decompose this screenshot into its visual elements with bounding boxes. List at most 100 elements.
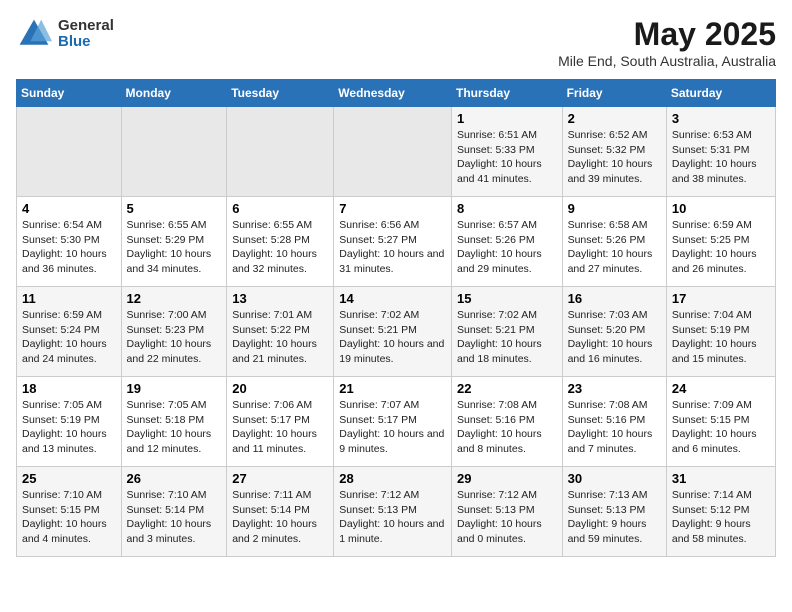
day-number: 28 (339, 471, 446, 486)
day-info: Sunrise: 7:06 AMSunset: 5:17 PMDaylight:… (232, 398, 328, 457)
calendar-cell: 19 Sunrise: 7:05 AMSunset: 5:18 PMDayligh… (121, 377, 227, 467)
calendar-cell: 25Sunrise: 7:10 AMSunset: 5:15 PMDayligh… (17, 467, 122, 557)
day-number: 23 (568, 381, 661, 396)
calendar-cell: 4 Sunrise: 6:54 AMSunset: 5:30 PMDaylight… (17, 197, 122, 287)
day-info: Sunrise: 7:14 AMSunset: 5:12 PMDaylight:… (672, 488, 770, 547)
calendar-cell: 31 Sunrise: 7:14 AMSunset: 5:12 PMDayligh… (666, 467, 775, 557)
day-number: 31 (672, 471, 770, 486)
calendar-cell (17, 107, 122, 197)
calendar-cell: 8 Sunrise: 6:57 AMSunset: 5:26 PMDaylight… (451, 197, 562, 287)
day-number: 18 (22, 381, 116, 396)
day-number: 16 (568, 291, 661, 306)
logo-blue: Blue (58, 34, 114, 51)
weekday-header-friday: Friday (562, 80, 666, 107)
weekday-header-tuesday: Tuesday (227, 80, 334, 107)
calendar-cell: 2 Sunrise: 6:52 AMSunset: 5:32 PMDaylight… (562, 107, 666, 197)
weekday-header-monday: Monday (121, 80, 227, 107)
day-number: 9 (568, 201, 661, 216)
logo-icon (16, 16, 52, 52)
calendar-cell: 20 Sunrise: 7:06 AMSunset: 5:17 PMDayligh… (227, 377, 334, 467)
calendar-cell: 29 Sunrise: 7:12 AMSunset: 5:13 PMDayligh… (451, 467, 562, 557)
day-info: Sunrise: 6:54 AMSunset: 5:30 PMDaylight:… (22, 218, 116, 277)
calendar-week-row: 4 Sunrise: 6:54 AMSunset: 5:30 PMDaylight… (17, 197, 776, 287)
day-info: Sunrise: 7:12 AMSunset: 5:13 PMDaylight:… (339, 488, 446, 547)
calendar-week-row: 1Sunrise: 6:51 AMSunset: 5:33 PMDaylight… (17, 107, 776, 197)
day-info: Sunrise: 7:10 AMSunset: 5:14 PMDaylight:… (127, 488, 222, 547)
calendar-cell: 11 Sunrise: 6:59 AMSunset: 5:24 PMDayligh… (17, 287, 122, 377)
calendar-cell: 15 Sunrise: 7:02 AMSunset: 5:21 PMDayligh… (451, 287, 562, 377)
day-info: Sunrise: 6:52 AMSunset: 5:32 PMDaylight:… (568, 128, 661, 187)
day-info: Sunrise: 6:58 AMSunset: 5:26 PMDaylight:… (568, 218, 661, 277)
day-info: Sunrise: 7:01 AMSunset: 5:22 PMDaylight:… (232, 308, 328, 367)
day-number: 2 (568, 111, 661, 126)
calendar-week-row: 11 Sunrise: 6:59 AMSunset: 5:24 PMDayligh… (17, 287, 776, 377)
calendar-cell: 24Sunrise: 7:09 AMSunset: 5:15 PMDayligh… (666, 377, 775, 467)
day-info: Sunrise: 7:05 AMSunset: 5:18 PMDaylight:… (127, 398, 222, 457)
day-number: 4 (22, 201, 116, 216)
day-number: 25 (22, 471, 116, 486)
logo-general: General (58, 18, 114, 35)
day-number: 29 (457, 471, 557, 486)
calendar-cell: 12 Sunrise: 7:00 AMSunset: 5:23 PMDayligh… (121, 287, 227, 377)
day-info: Sunrise: 7:04 AMSunset: 5:19 PMDaylight:… (672, 308, 770, 367)
weekday-header-row: SundayMondayTuesdayWednesdayThursdayFrid… (17, 80, 776, 107)
calendar-cell: 10Sunrise: 6:59 AMSunset: 5:25 PMDayligh… (666, 197, 775, 287)
day-info: Sunrise: 7:11 AMSunset: 5:14 PMDaylight:… (232, 488, 328, 547)
day-info: Sunrise: 7:02 AMSunset: 5:21 PMDaylight:… (339, 308, 446, 367)
logo: General Blue (16, 16, 114, 52)
day-number: 14 (339, 291, 446, 306)
day-number: 11 (22, 291, 116, 306)
day-info: Sunrise: 7:05 AMSunset: 5:19 PMDaylight:… (22, 398, 116, 457)
weekday-header-thursday: Thursday (451, 80, 562, 107)
day-info: Sunrise: 7:00 AMSunset: 5:23 PMDaylight:… (127, 308, 222, 367)
location-subtitle: Mile End, South Australia, Australia (558, 53, 776, 69)
day-info: Sunrise: 7:03 AMSunset: 5:20 PMDaylight:… (568, 308, 661, 367)
day-info: Sunrise: 6:53 AMSunset: 5:31 PMDaylight:… (672, 128, 770, 187)
day-info: Sunrise: 6:57 AMSunset: 5:26 PMDaylight:… (457, 218, 557, 277)
weekday-header-saturday: Saturday (666, 80, 775, 107)
day-info: Sunrise: 6:55 AMSunset: 5:29 PMDaylight:… (127, 218, 222, 277)
calendar-cell: 27 Sunrise: 7:11 AMSunset: 5:14 PMDayligh… (227, 467, 334, 557)
calendar-cell: 9 Sunrise: 6:58 AMSunset: 5:26 PMDaylight… (562, 197, 666, 287)
day-info: Sunrise: 6:59 AMSunset: 5:24 PMDaylight:… (22, 308, 116, 367)
day-number: 3 (672, 111, 770, 126)
calendar-cell: 17 Sunrise: 7:04 AMSunset: 5:19 PMDayligh… (666, 287, 775, 377)
day-number: 5 (127, 201, 222, 216)
calendar-cell: 26 Sunrise: 7:10 AMSunset: 5:14 PMDayligh… (121, 467, 227, 557)
day-number: 12 (127, 291, 222, 306)
day-info: Sunrise: 7:12 AMSunset: 5:13 PMDaylight:… (457, 488, 557, 547)
day-number: 22 (457, 381, 557, 396)
day-number: 8 (457, 201, 557, 216)
calendar-cell (227, 107, 334, 197)
weekday-header-sunday: Sunday (17, 80, 122, 107)
page-header: General Blue May 2025 Mile End, South Au… (16, 16, 776, 69)
day-number: 19 (127, 381, 222, 396)
calendar-cell: 28 Sunrise: 7:12 AMSunset: 5:13 PMDayligh… (334, 467, 452, 557)
month-year-title: May 2025 (558, 16, 776, 53)
calendar-cell: 3 Sunrise: 6:53 AMSunset: 5:31 PMDaylight… (666, 107, 775, 197)
day-number: 15 (457, 291, 557, 306)
day-info: Sunrise: 6:56 AMSunset: 5:27 PMDaylight:… (339, 218, 446, 277)
calendar-week-row: 25Sunrise: 7:10 AMSunset: 5:15 PMDayligh… (17, 467, 776, 557)
calendar-cell: 13 Sunrise: 7:01 AMSunset: 5:22 PMDayligh… (227, 287, 334, 377)
day-number: 30 (568, 471, 661, 486)
day-number: 17 (672, 291, 770, 306)
calendar-cell: 6Sunrise: 6:55 AMSunset: 5:28 PMDaylight… (227, 197, 334, 287)
calendar-cell: 22Sunrise: 7:08 AMSunset: 5:16 PMDayligh… (451, 377, 562, 467)
day-number: 1 (457, 111, 557, 126)
calendar-cell: 1Sunrise: 6:51 AMSunset: 5:33 PMDaylight… (451, 107, 562, 197)
calendar-cell: 23Sunrise: 7:08 AMSunset: 5:16 PMDayligh… (562, 377, 666, 467)
day-number: 26 (127, 471, 222, 486)
calendar-cell: 14 Sunrise: 7:02 AMSunset: 5:21 PMDayligh… (334, 287, 452, 377)
calendar-cell: 21Sunrise: 7:07 AMSunset: 5:17 PMDayligh… (334, 377, 452, 467)
day-number: 27 (232, 471, 328, 486)
day-number: 13 (232, 291, 328, 306)
calendar-table: SundayMondayTuesdayWednesdayThursdayFrid… (16, 79, 776, 557)
day-number: 20 (232, 381, 328, 396)
calendar-cell (121, 107, 227, 197)
day-number: 10 (672, 201, 770, 216)
day-info: Sunrise: 7:02 AMSunset: 5:21 PMDaylight:… (457, 308, 557, 367)
logo-text: General Blue (58, 18, 114, 51)
day-number: 7 (339, 201, 446, 216)
calendar-cell: 7 Sunrise: 6:56 AMSunset: 5:27 PMDaylight… (334, 197, 452, 287)
